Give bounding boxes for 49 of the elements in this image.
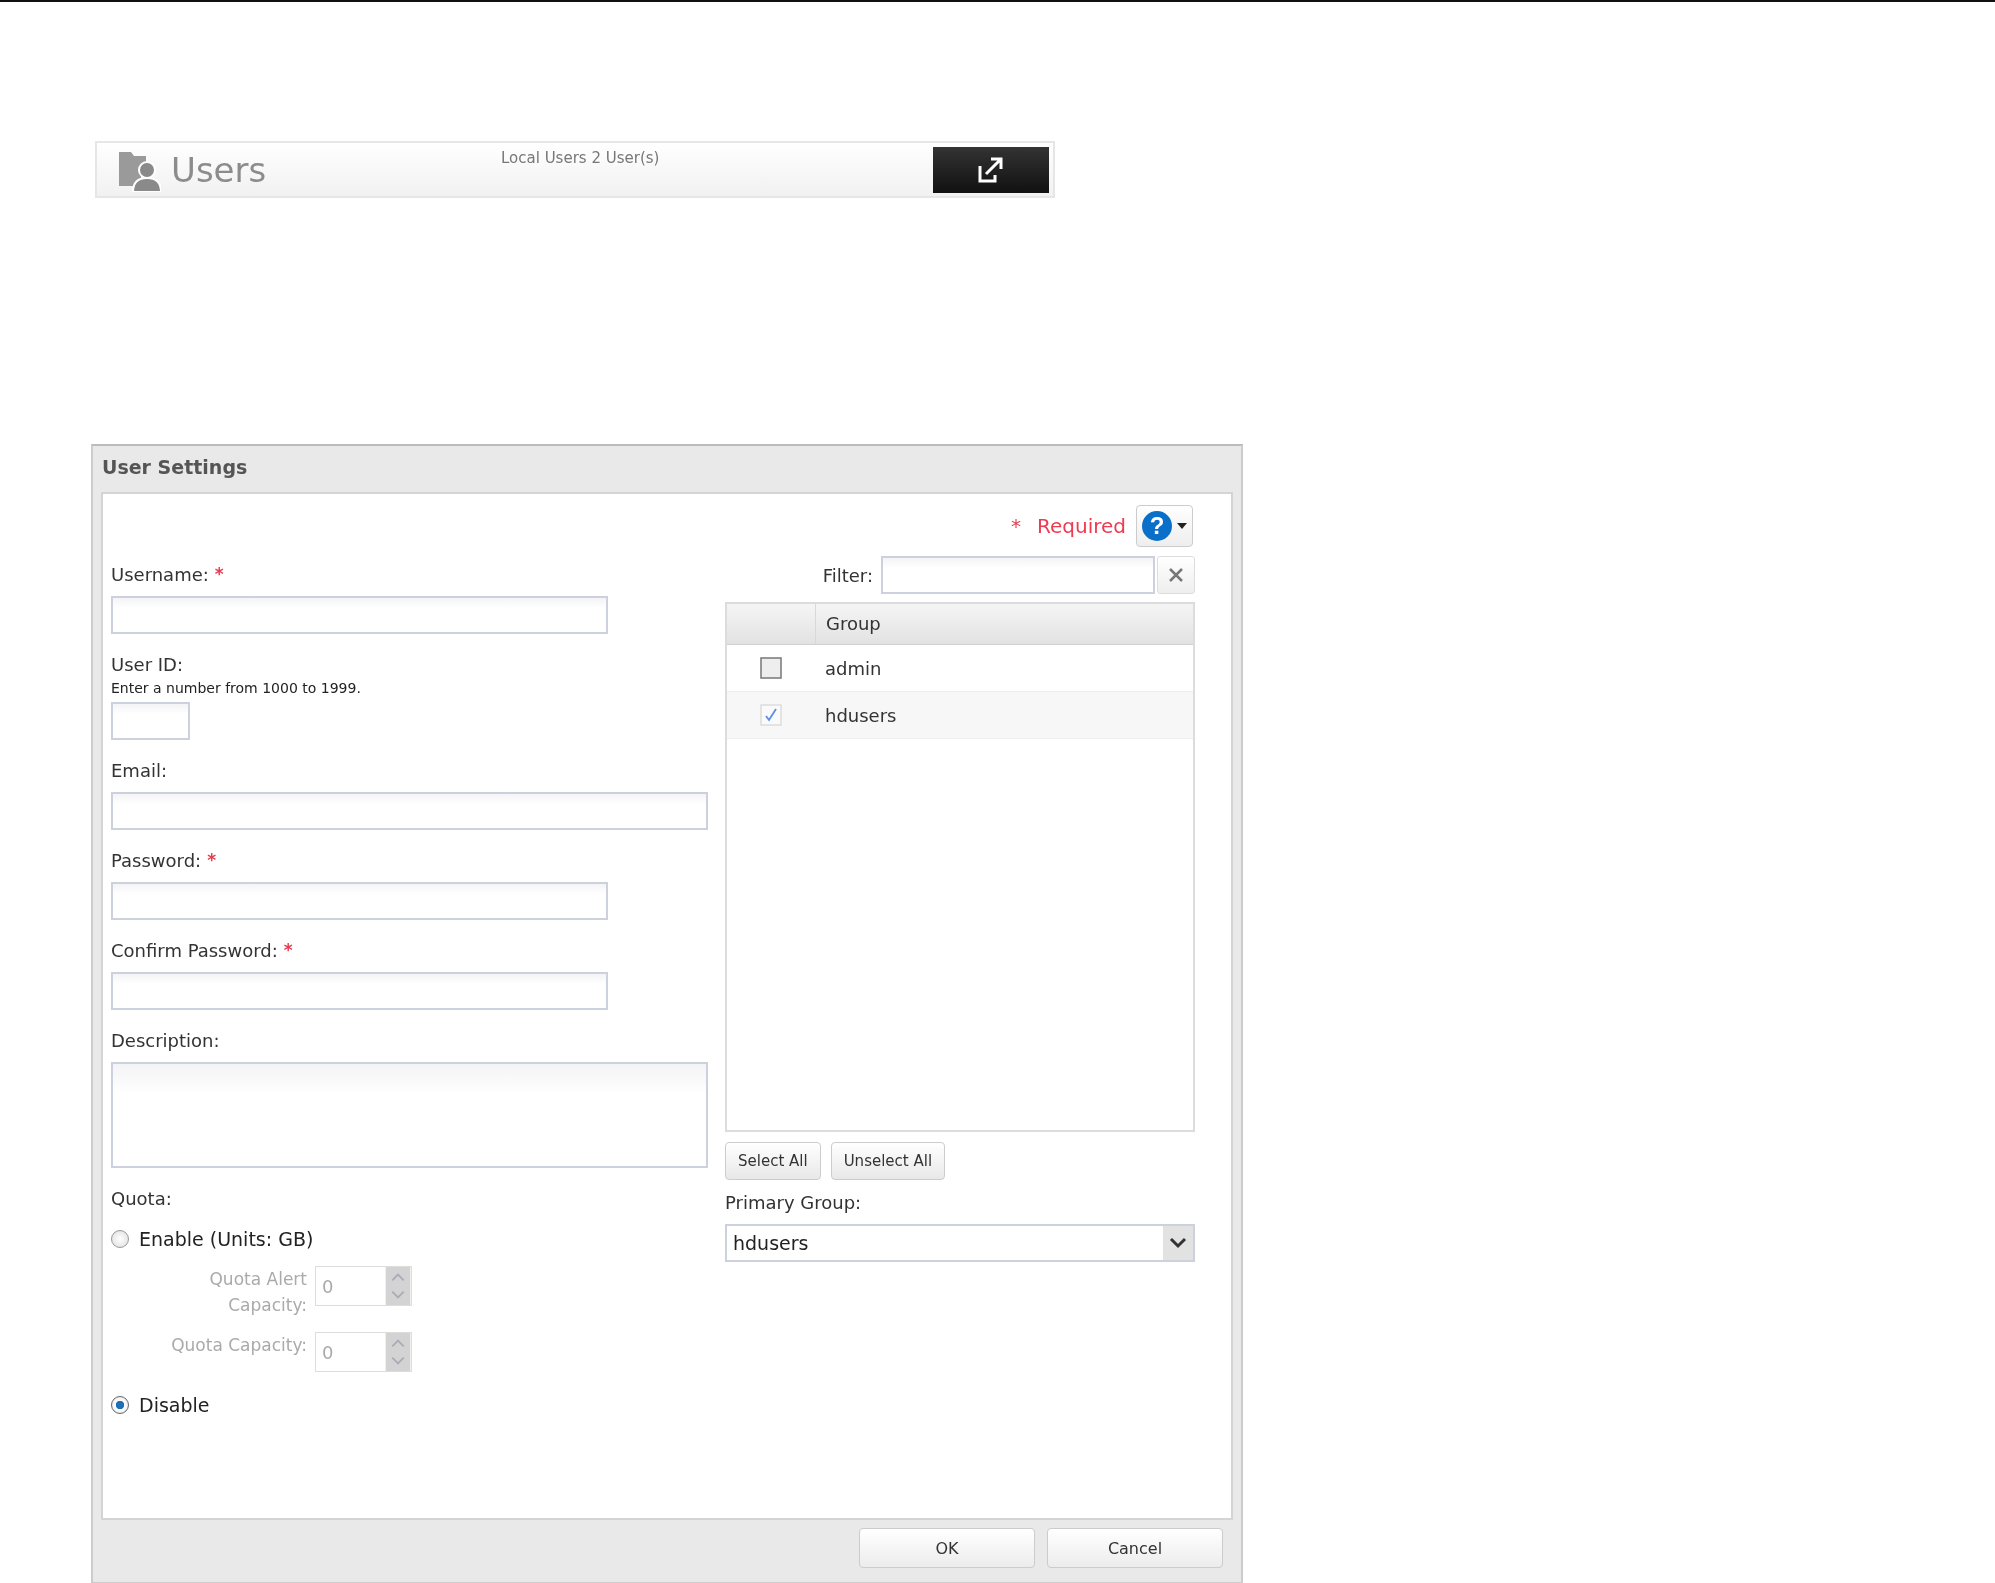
radio-label[interactable]: Enable (Units: GB) bbox=[139, 1228, 314, 1250]
page-title: Users bbox=[171, 149, 268, 190]
field-label: Username: bbox=[111, 564, 209, 585]
user-count: Local Users 2 User(s) bbox=[501, 149, 661, 167]
filter-field[interactable] bbox=[881, 556, 1155, 594]
required-mark: * bbox=[214, 564, 224, 584]
dialog-title: User Settings bbox=[101, 455, 249, 480]
required-mark: * bbox=[207, 850, 217, 870]
quota-label: Quota Capacity: bbox=[170, 1334, 308, 1357]
field-label: Password: bbox=[111, 850, 202, 871]
input-field[interactable] bbox=[111, 972, 608, 1010]
table-cell-text: hdusers bbox=[824, 704, 897, 726]
required-mark: * bbox=[283, 940, 293, 960]
field-label: Email: bbox=[111, 760, 167, 781]
help-button[interactable]: ? bbox=[1136, 505, 1193, 547]
required-note: Required bbox=[1037, 514, 1126, 538]
quota-label: Quota Alert Capacity: bbox=[208, 1268, 308, 1317]
expand-button[interactable] bbox=[933, 146, 1049, 193]
field-label: User ID: bbox=[111, 654, 183, 675]
close-icon bbox=[1169, 568, 1183, 582]
select-button[interactable]: Select All bbox=[725, 1142, 821, 1180]
chevron-down-icon bbox=[1163, 1226, 1193, 1260]
select-button[interactable]: Unselect All bbox=[830, 1142, 946, 1180]
input-field[interactable] bbox=[111, 792, 708, 830]
table-cell-text: admin bbox=[824, 657, 882, 679]
field-label: Confirm Password: bbox=[111, 940, 278, 961]
field-hint: Enter a number from 1000 to 1999. bbox=[111, 680, 362, 696]
field-label: Quota: bbox=[111, 1188, 172, 1209]
clear-button[interactable] bbox=[1157, 556, 1195, 594]
checkbox[interactable] bbox=[760, 657, 782, 679]
radio-button[interactable] bbox=[111, 1230, 129, 1248]
description-box[interactable] bbox=[111, 1062, 708, 1168]
input-field[interactable] bbox=[111, 882, 608, 920]
dialog-button[interactable]: Cancel bbox=[1047, 1528, 1223, 1568]
expand-icon bbox=[976, 155, 1006, 184]
field-label: Primary Group: bbox=[725, 1192, 862, 1213]
required-mark: * bbox=[1011, 514, 1021, 538]
primary-group-dropdown[interactable]: hdusers bbox=[725, 1224, 1195, 1262]
input-field[interactable] bbox=[111, 596, 608, 634]
stepper-icon[interactable] bbox=[385, 1267, 411, 1305]
field-label: Description: bbox=[111, 1030, 220, 1051]
radio-label[interactable]: Disable bbox=[139, 1394, 210, 1416]
caret-icon bbox=[1177, 523, 1187, 529]
stepper-icon[interactable] bbox=[385, 1333, 411, 1371]
column-header: Group bbox=[825, 612, 881, 636]
input-field[interactable] bbox=[111, 702, 190, 740]
radio-button[interactable] bbox=[111, 1396, 129, 1414]
dialog-button[interactable]: OK bbox=[859, 1528, 1035, 1568]
filter-label: Filter: bbox=[822, 564, 873, 586]
